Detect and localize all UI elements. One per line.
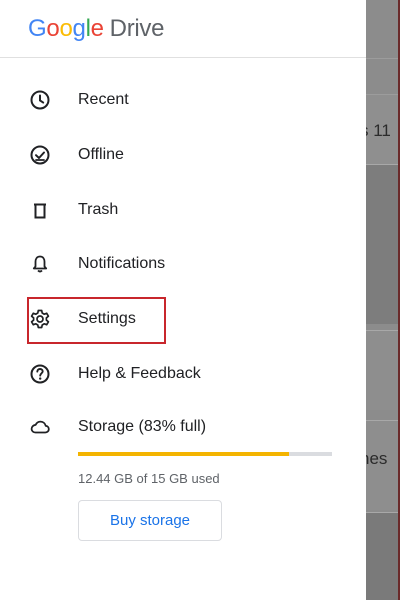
background-card [366, 512, 400, 600]
buy-storage-button[interactable]: Buy storage [78, 500, 222, 541]
menu-item-offline[interactable]: Offline [0, 133, 366, 177]
google-drive-logo: Google Drive [28, 14, 165, 42]
menu-item-notifications[interactable]: Notifications [0, 242, 366, 286]
menu-item-label: Storage (83% full) [78, 418, 207, 435]
menu-item-label: Recent [78, 91, 129, 108]
menu-item-recent[interactable]: Recent [0, 78, 366, 122]
menu-item-label: Trash [78, 201, 119, 218]
background-divider [366, 94, 400, 95]
settings-highlight-box [27, 297, 166, 344]
menu-item-label: Notifications [78, 255, 166, 272]
menu-item-storage[interactable]: Storage (83% full) [0, 405, 366, 449]
storage-progress-fill [78, 452, 289, 456]
menu-item-help-feedback[interactable]: Help & Feedback [0, 352, 366, 396]
background-card [366, 330, 400, 410]
offline-check-icon [29, 144, 51, 166]
background-divider [366, 58, 400, 59]
cloud-icon [29, 416, 51, 438]
storage-progress-bar [78, 452, 332, 456]
storage-used-text: 12.44 GB of 15 GB used [78, 471, 220, 486]
drawer-header: Google Drive [0, 0, 366, 58]
help-icon [29, 363, 51, 385]
background-card [366, 164, 400, 324]
navigation-drawer: Google Drive Recent Offline Trash Notific… [0, 0, 366, 600]
menu-item-label: Help & Feedback [78, 365, 201, 382]
bell-icon [29, 253, 51, 275]
trash-icon [29, 199, 51, 221]
menu-item-label: Offline [78, 146, 124, 163]
clock-icon [29, 89, 51, 111]
menu-item-trash[interactable]: Trash [0, 188, 366, 232]
